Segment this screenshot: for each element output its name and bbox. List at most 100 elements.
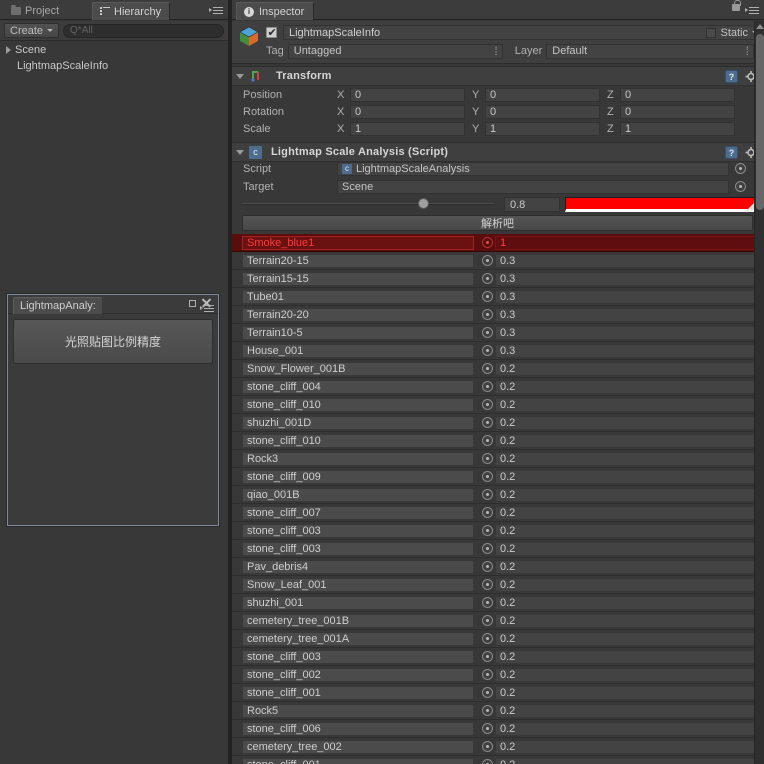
list-item-name-field[interactable]: Rock5: [242, 704, 474, 718]
inspector-scrollbar[interactable]: [754, 21, 764, 764]
table-row[interactable]: Rock5 0.2: [232, 702, 764, 720]
table-row[interactable]: Tube01 0.3: [232, 288, 764, 306]
list-item-object-picker-icon[interactable]: [482, 327, 493, 338]
lightmap-precision-button[interactable]: 光照贴图比例精度: [13, 319, 213, 364]
transform-component-header[interactable]: Transform ?: [232, 66, 764, 86]
hierarchy-item-scene[interactable]: Scene: [0, 42, 228, 58]
list-item-value-field[interactable]: 0.2: [495, 542, 756, 556]
table-row[interactable]: Pav_debris4 0.2: [232, 558, 764, 576]
precision-value-input[interactable]: 0.8: [504, 197, 560, 212]
list-item-name-field[interactable]: cemetery_tree_002: [242, 740, 474, 754]
list-item-value-field[interactable]: 0.2: [495, 596, 756, 610]
list-item-object-picker-icon[interactable]: [482, 615, 493, 626]
list-item-name-field[interactable]: Terrain20-20: [242, 308, 474, 322]
table-row[interactable]: stone_cliff_006 0.2: [232, 720, 764, 738]
list-item-object-picker-icon[interactable]: [482, 309, 493, 320]
list-item-value-field[interactable]: 0.2: [495, 704, 756, 718]
list-item-object-picker-icon[interactable]: [482, 543, 493, 554]
list-item-object-picker-icon[interactable]: [482, 255, 493, 266]
table-row[interactable]: Rock3 0.2: [232, 450, 764, 468]
list-item-name-field[interactable]: Smoke_blue1: [242, 236, 474, 250]
list-item-name-field[interactable]: stone_cliff_007: [242, 506, 474, 520]
list-item-value-field[interactable]: 0.2: [495, 452, 756, 466]
table-row[interactable]: stone_cliff_007 0.2: [232, 504, 764, 522]
scroll-up-arrow-icon[interactable]: [756, 24, 764, 29]
table-row[interactable]: House_001 0.3: [232, 342, 764, 360]
table-row[interactable]: qiao_001B 0.2: [232, 486, 764, 504]
inspector-options-menu-icon[interactable]: [745, 4, 759, 16]
list-item-value-field[interactable]: 0.2: [495, 560, 756, 574]
list-item-object-picker-icon[interactable]: [482, 525, 493, 536]
list-item-object-picker-icon[interactable]: [482, 291, 493, 302]
list-item-value-field[interactable]: 1: [495, 236, 756, 250]
list-item-value-field[interactable]: 0.2: [495, 416, 756, 430]
list-item-name-field[interactable]: Terrain10-5: [242, 326, 474, 340]
list-item-value-field[interactable]: 0.2: [495, 362, 756, 376]
target-object-field[interactable]: Scene: [337, 179, 729, 194]
list-item-object-picker-icon[interactable]: [482, 453, 493, 464]
list-item-name-field[interactable]: Rock3: [242, 452, 474, 466]
list-item-value-field[interactable]: 0.3: [495, 290, 756, 304]
list-item-name-field[interactable]: stone_cliff_010: [242, 434, 474, 448]
list-item-name-field[interactable]: stone_cliff_003: [242, 524, 474, 538]
table-row[interactable]: stone_cliff_010 0.2: [232, 432, 764, 450]
list-item-value-field[interactable]: 0.2: [495, 380, 756, 394]
script-object-field[interactable]: c LightmapScaleAnalysis: [337, 161, 729, 176]
list-item-object-picker-icon[interactable]: [482, 741, 493, 752]
precision-slider-handle[interactable]: [418, 198, 429, 209]
lock-icon[interactable]: [732, 0, 741, 11]
gameobject-name-input[interactable]: LightmapScaleInfo: [283, 25, 758, 40]
scale-y-input[interactable]: 1: [485, 121, 600, 136]
create-button[interactable]: Create: [4, 23, 60, 38]
list-item-name-field[interactable]: stone_cliff_001: [242, 758, 474, 764]
tab-hierarchy[interactable]: Hierarchy: [92, 2, 171, 20]
list-item-object-picker-icon[interactable]: [482, 687, 493, 698]
scale-x-input[interactable]: 1: [350, 121, 465, 136]
list-item-object-picker-icon[interactable]: [482, 633, 493, 644]
table-row[interactable]: stone_cliff_004 0.2: [232, 378, 764, 396]
position-z-input[interactable]: 0: [620, 87, 735, 102]
table-row[interactable]: stone_cliff_002 0.2: [232, 666, 764, 684]
table-row[interactable]: cemetery_tree_001B 0.2: [232, 612, 764, 630]
scale-z-input[interactable]: 1: [620, 121, 735, 136]
list-item-object-picker-icon[interactable]: [482, 723, 493, 734]
table-row[interactable]: stone_cliff_001 0.2: [232, 684, 764, 702]
table-row[interactable]: Terrain10-5 0.3: [232, 324, 764, 342]
list-item-object-picker-icon[interactable]: [482, 471, 493, 482]
help-icon[interactable]: ?: [725, 70, 738, 83]
table-row[interactable]: stone_cliff_003 0.2: [232, 648, 764, 666]
tag-dropdown[interactable]: Untagged: [287, 43, 503, 59]
list-item-object-picker-icon[interactable]: [482, 399, 493, 410]
static-checkbox[interactable]: [706, 27, 717, 38]
list-item-name-field[interactable]: stone_cliff_003: [242, 650, 474, 664]
table-row[interactable]: Snow_Leaf_001 0.2: [232, 576, 764, 594]
table-row[interactable]: Smoke_blue1 1: [232, 234, 764, 252]
list-item-value-field[interactable]: 0.3: [495, 308, 756, 322]
layer-dropdown[interactable]: Default: [546, 43, 754, 59]
list-item-name-field[interactable]: shuzhi_001D: [242, 416, 474, 430]
list-item-value-field[interactable]: 0.2: [495, 434, 756, 448]
list-item-name-field[interactable]: qiao_001B: [242, 488, 474, 502]
list-item-name-field[interactable]: stone_cliff_001: [242, 686, 474, 700]
list-item-value-field[interactable]: 0.2: [495, 686, 756, 700]
float-window-options-menu-icon[interactable]: [200, 302, 214, 314]
script-component-header[interactable]: c Lightmap Scale Analysis (Script) ?: [232, 142, 764, 162]
list-item-value-field[interactable]: 0.3: [495, 326, 756, 340]
list-item-value-field[interactable]: 0.2: [495, 722, 756, 736]
list-item-value-field[interactable]: 0.2: [495, 632, 756, 646]
list-item-object-picker-icon[interactable]: [482, 237, 493, 248]
tab-project[interactable]: Project: [4, 2, 67, 20]
list-item-name-field[interactable]: Tube01: [242, 290, 474, 304]
list-item-value-field[interactable]: 0.2: [495, 650, 756, 664]
list-item-object-picker-icon[interactable]: [482, 759, 493, 764]
target-object-picker-icon[interactable]: [735, 181, 746, 192]
rotation-z-input[interactable]: 0: [620, 104, 735, 119]
list-item-value-field[interactable]: 0.2: [495, 488, 756, 502]
float-window-tab[interactable]: LightmapAnaly:: [13, 297, 102, 314]
list-item-value-field[interactable]: 0.2: [495, 524, 756, 538]
panel-options-menu-icon[interactable]: [209, 4, 223, 16]
list-item-object-picker-icon[interactable]: [482, 417, 493, 428]
list-item-value-field[interactable]: 0.2: [495, 506, 756, 520]
list-item-value-field[interactable]: 0.2: [495, 740, 756, 754]
list-item-value-field[interactable]: 0.2: [495, 578, 756, 592]
